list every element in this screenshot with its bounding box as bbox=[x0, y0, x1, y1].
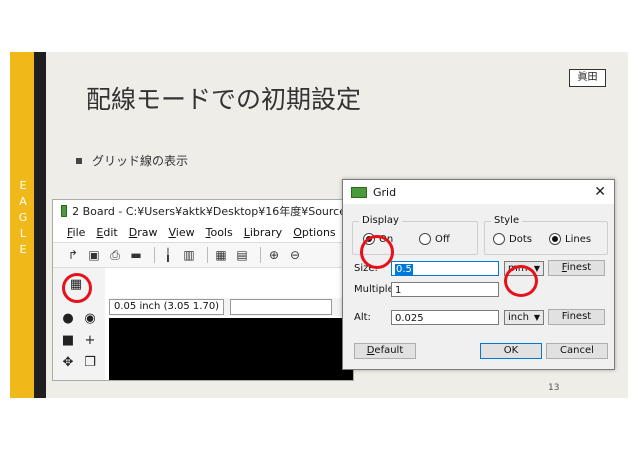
style-dots-radio[interactable]: Dots bbox=[493, 233, 532, 245]
menu-tools[interactable]: Tools bbox=[206, 226, 233, 239]
eagle-command-bar: 0.05 inch (3.05 1.70) bbox=[109, 298, 353, 316]
default-button[interactable]: Default bbox=[354, 343, 416, 359]
grid-dialog-app-icon bbox=[351, 186, 367, 198]
cam-icon[interactable]: ▬ bbox=[128, 247, 144, 263]
side-label: EAGLE bbox=[16, 178, 30, 258]
side-label-letter: L bbox=[19, 227, 27, 240]
page-number: 13 bbox=[548, 383, 560, 393]
chevron-down-icon: ▼ bbox=[533, 313, 540, 322]
multiple-input[interactable]: 1 bbox=[391, 282, 499, 297]
zoom-in-icon[interactable]: ⊕ bbox=[266, 247, 282, 263]
board-canvas[interactable] bbox=[109, 318, 353, 380]
side-label-letter: G bbox=[18, 211, 28, 224]
layer-icon[interactable]: ■ bbox=[59, 332, 77, 350]
menu-library[interactable]: Library bbox=[244, 226, 282, 239]
size-value: 0.5 bbox=[395, 264, 413, 275]
alt-input[interactable]: 0.025 bbox=[391, 310, 499, 325]
alt-finest-button[interactable]: Finest bbox=[548, 309, 605, 325]
copy-icon[interactable]: ❐ bbox=[81, 354, 99, 372]
style-lines-label: Lines bbox=[565, 233, 592, 245]
style-dots-label: Dots bbox=[509, 233, 532, 245]
menu-draw[interactable]: Draw bbox=[129, 226, 158, 239]
toolbar-separator bbox=[154, 247, 155, 263]
zoom-out-icon[interactable]: ⊖ bbox=[287, 247, 303, 263]
unit-select-highlight bbox=[504, 265, 538, 297]
eagle-app-icon bbox=[61, 205, 68, 217]
style-group-label: Style bbox=[491, 215, 523, 226]
toolbar-separator bbox=[207, 247, 208, 263]
script-icon[interactable]: ╽ bbox=[160, 247, 176, 263]
grid-dialog-titlebar: Grid bbox=[343, 180, 614, 204]
multiple-value: 1 bbox=[395, 285, 402, 296]
move-icon[interactable]: ✥ bbox=[59, 354, 77, 372]
side-label-letter: E bbox=[19, 179, 27, 192]
eagle-window: 2 Board - C:¥Users¥aktk¥Desktop¥16年度¥Sou… bbox=[52, 199, 354, 381]
bullet-text: グリッド線の表示 bbox=[92, 154, 189, 168]
command-input[interactable] bbox=[230, 299, 333, 315]
drc-icon[interactable]: ▦ bbox=[213, 247, 229, 263]
erc-icon[interactable]: ▤ bbox=[234, 247, 250, 263]
slide-title: 配線モードでの初期設定 bbox=[86, 85, 362, 114]
size-finest-button[interactable]: Finest bbox=[548, 260, 605, 276]
grid-icon-highlight bbox=[62, 273, 92, 303]
print-icon[interactable]: ⎙ bbox=[107, 247, 123, 263]
save-icon[interactable]: ▣ bbox=[86, 247, 102, 263]
radio-unselected-icon bbox=[493, 233, 505, 245]
menu-edit[interactable]: Edit bbox=[96, 226, 117, 239]
open-icon[interactable]: ↱ bbox=[65, 247, 81, 263]
cancel-button[interactable]: Cancel bbox=[546, 343, 608, 359]
side-label-letter: A bbox=[19, 195, 27, 208]
grid-dialog-title: Grid bbox=[373, 185, 397, 199]
run-icon[interactable]: ▥ bbox=[181, 247, 197, 263]
side-dark-bar bbox=[34, 52, 46, 398]
menu-options[interactable]: Options bbox=[293, 226, 335, 239]
info-icon[interactable]: ● bbox=[59, 310, 77, 328]
style-group: Style Dots Lines bbox=[484, 215, 608, 255]
bullet-square-icon bbox=[76, 157, 82, 164]
eagle-window-title: 2 Board - C:¥Users¥aktk¥Desktop¥16年度¥Sou… bbox=[72, 205, 353, 218]
coordinate-readout: 0.05 inch (3.05 1.70) bbox=[109, 299, 225, 315]
style-lines-radio[interactable]: Lines bbox=[549, 233, 591, 245]
eagle-toolbar: ↱ ▣ ⎙ ▬ ╽ ▥ ▦ ▤ ⊕ ⊖ bbox=[53, 242, 353, 268]
radio-selected-icon bbox=[549, 233, 561, 245]
alt-value: 0.025 bbox=[395, 313, 424, 324]
size-input[interactable]: 0.5 bbox=[391, 261, 499, 276]
menu-view[interactable]: View bbox=[168, 226, 194, 239]
close-icon[interactable]: ✕ bbox=[594, 184, 606, 200]
side-label-letter: E bbox=[19, 243, 27, 256]
radio-unselected-icon bbox=[419, 233, 431, 245]
display-group-label: Display bbox=[359, 215, 402, 226]
show-icon[interactable]: ◉ bbox=[81, 310, 99, 328]
eagle-menubar: File Edit Draw View Tools Library Option… bbox=[53, 222, 353, 242]
eagle-titlebar: 2 Board - C:¥Users¥aktk¥Desktop¥16年度¥Sou… bbox=[53, 200, 353, 222]
mark-icon[interactable]: + bbox=[81, 332, 99, 350]
ok-button[interactable]: OK bbox=[480, 343, 542, 359]
bullet-item: グリッド線の表示 bbox=[76, 152, 188, 169]
alt-unit-value: inch bbox=[508, 312, 529, 323]
menu-file[interactable]: File bbox=[67, 226, 85, 239]
display-off-radio[interactable]: Off bbox=[419, 233, 450, 245]
grid-dialog: Grid ✕ Display On Off Style Dots Lines S… bbox=[342, 179, 615, 370]
toolbar-separator bbox=[260, 247, 261, 263]
display-off-label: Off bbox=[435, 233, 450, 245]
display-on-highlight bbox=[360, 235, 394, 269]
alt-unit-select[interactable]: inch ▼ bbox=[504, 310, 544, 325]
author-tag: 眞田 bbox=[569, 69, 606, 87]
alt-label: Alt: bbox=[354, 312, 371, 323]
